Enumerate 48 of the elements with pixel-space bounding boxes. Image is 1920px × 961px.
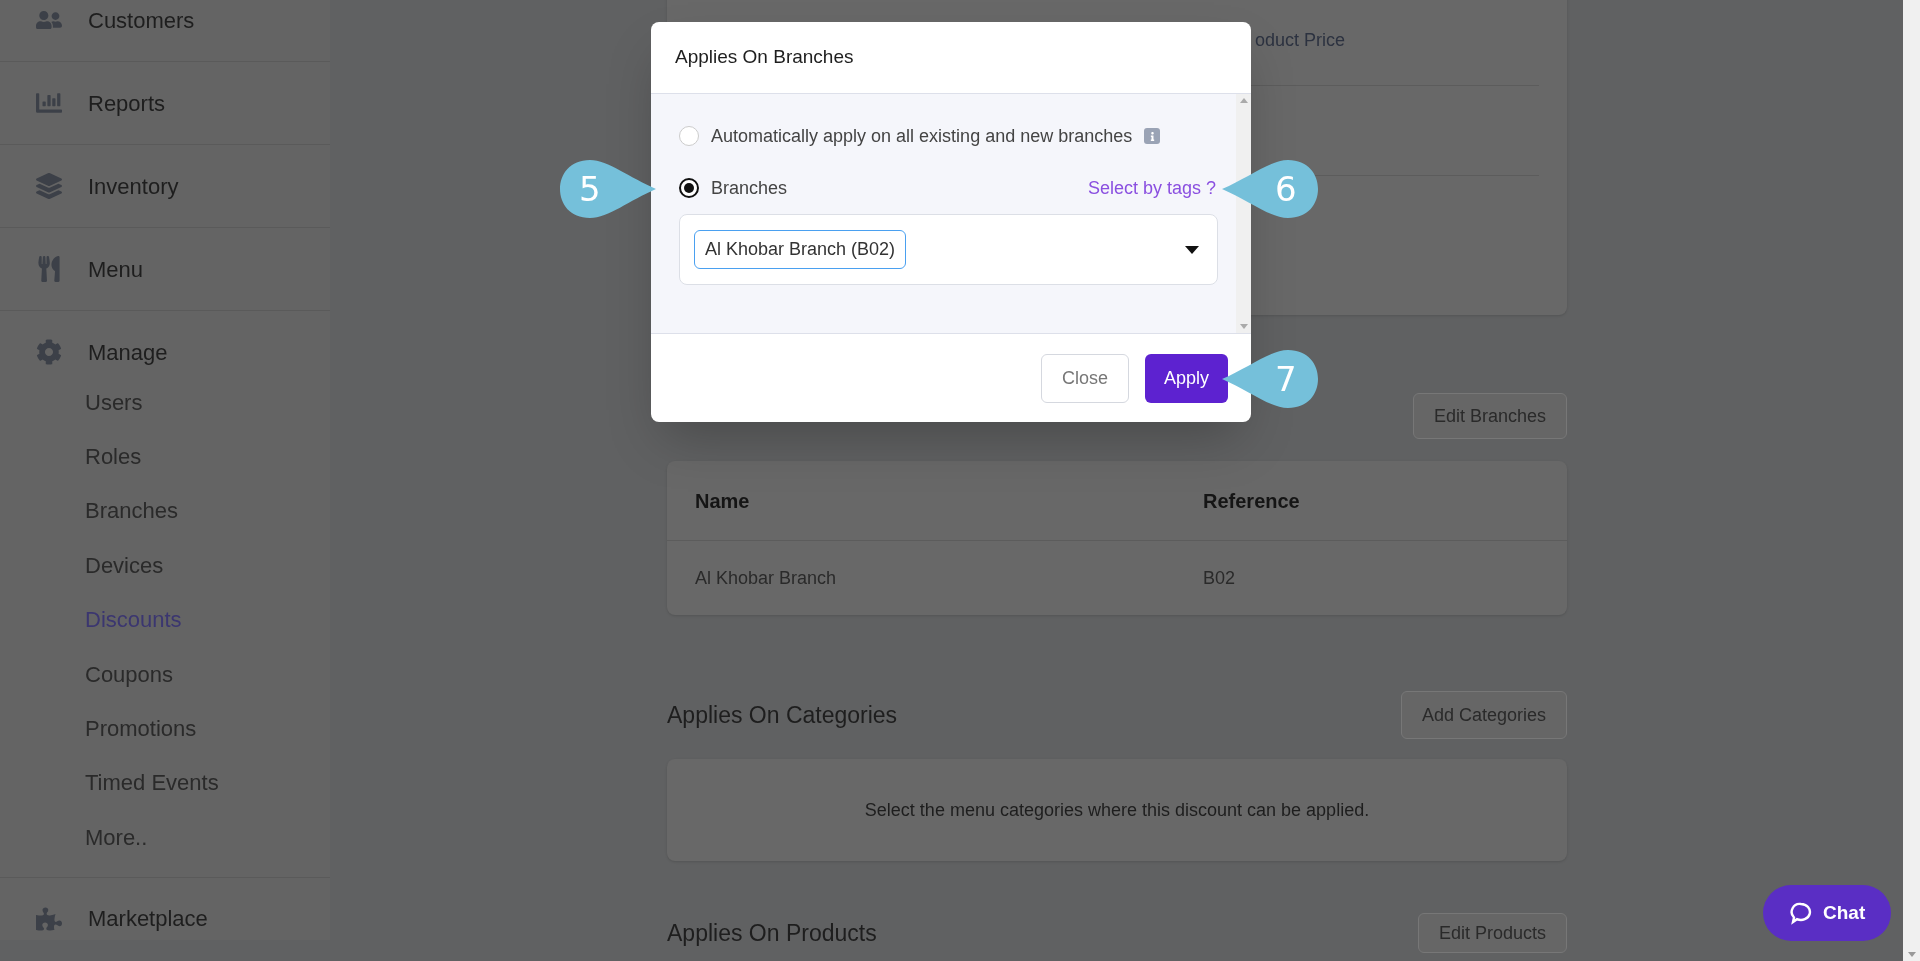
empty-state-text: Select the menu categories where this discount can be applied. xyxy=(864,798,1370,822)
layers-icon xyxy=(36,173,62,199)
apply-button[interactable]: Apply xyxy=(1144,353,1228,403)
sidebar-item[interactable]: Menu xyxy=(0,228,330,310)
sidebar-subitem[interactable]: Devices xyxy=(0,538,330,593)
chat-button[interactable]: Chat xyxy=(1763,885,1892,941)
close-button[interactable]: Close xyxy=(1040,353,1129,403)
field-label: oduct Price xyxy=(1255,29,1346,52)
sidebar-subitem[interactable]: Coupons xyxy=(0,646,330,702)
sidebar-subitem[interactable]: Promotions xyxy=(0,701,330,756)
table-cell-text: B02 xyxy=(1203,566,1236,590)
scroll-down-icon[interactable] xyxy=(1907,952,1916,957)
column-header: Reference xyxy=(1203,488,1300,514)
edit-products-button[interactable]: Edit Products xyxy=(1417,913,1567,953)
info-icon xyxy=(1144,128,1161,144)
scrollbar[interactable] xyxy=(1236,94,1251,333)
section-title: Applies On Products xyxy=(667,918,877,948)
sidebar-item[interactable]: Customers xyxy=(0,0,330,61)
add-categories-button[interactable]: Add Categories xyxy=(1400,691,1567,739)
branch-select[interactable]: Al Khobar Branch (B02) xyxy=(679,214,1218,285)
edit-branches-button[interactable]: Edit Branches xyxy=(1412,393,1567,439)
sidebar-subitem[interactable]: More.. xyxy=(0,810,330,865)
selected-chip[interactable]: Al Khobar Branch (B02) xyxy=(694,230,907,269)
callout-marker: 6 xyxy=(1222,160,1318,218)
sidebar-item[interactable]: Reports xyxy=(0,62,330,144)
option-label: Automatically apply on all existing and new branches xyxy=(711,124,1133,148)
option-label: Branches xyxy=(711,176,788,200)
sidebar-subitem[interactable]: Branches xyxy=(0,483,330,539)
bar-chart-icon xyxy=(36,90,62,116)
fork-knife-icon xyxy=(36,256,62,282)
radio-button[interactable] xyxy=(679,178,699,198)
sidebar-item[interactable]: Marketplace xyxy=(0,877,330,940)
sidebar-item[interactable]: Inventory xyxy=(0,145,330,227)
sidebar-subitem[interactable]: Timed Events xyxy=(0,755,330,811)
sidebar-subitem[interactable]: Roles xyxy=(0,429,330,484)
puzzle-icon xyxy=(36,905,62,932)
chat-bubble-icon xyxy=(1789,901,1813,925)
column-header: Name xyxy=(695,488,751,514)
table-cell-text: Al Khobar Branch xyxy=(695,566,838,590)
caret-icon xyxy=(1185,245,1199,254)
settings-icon xyxy=(36,339,62,365)
callout-marker: 7 xyxy=(1222,350,1318,408)
scroll-up-icon[interactable] xyxy=(1239,98,1248,103)
callout-marker: 5 xyxy=(560,160,656,218)
section-title: Applies On Categories xyxy=(667,700,898,730)
select-by-tags-link[interactable]: Select by tags ? xyxy=(1087,174,1218,202)
scroll-down-icon[interactable] xyxy=(1239,324,1248,329)
modal-title: Applies On Branches xyxy=(675,45,854,70)
